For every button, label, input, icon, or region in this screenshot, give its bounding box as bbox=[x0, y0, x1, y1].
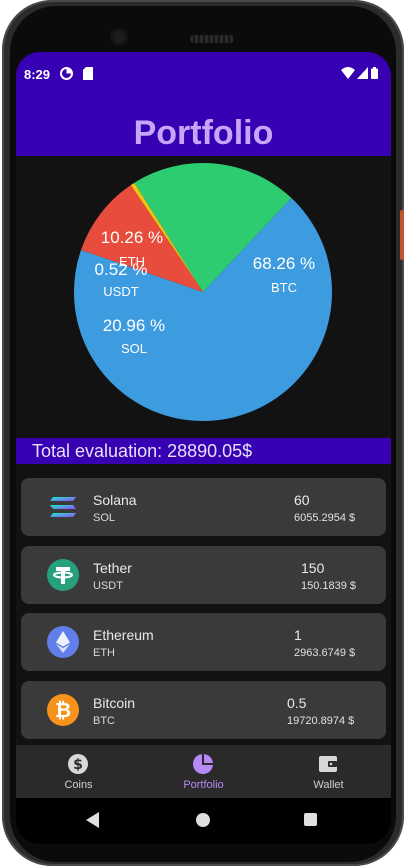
app-header: Portfolio bbox=[16, 100, 391, 156]
power-button bbox=[400, 210, 404, 260]
coin-symbol: ETH bbox=[93, 647, 115, 659]
status-bar: 8:29 bbox=[16, 52, 391, 100]
coin-card-tether[interactable]: Tether USDT 150 150.1839 $ bbox=[21, 546, 386, 604]
coin-amount: 0.5 bbox=[287, 695, 307, 711]
coin-card-bitcoin[interactable]: ₿ Bitcoin BTC 0.5 19720.8974 $ bbox=[21, 681, 386, 739]
total-evaluation: Total evaluation: 28890.05$ bbox=[32, 441, 253, 461]
nav-item-portfolio[interactable]: Portfolio bbox=[141, 745, 266, 798]
sd-card-icon bbox=[83, 67, 93, 83]
bottom-navigation: $ Coins Portfolio Wallet bbox=[16, 745, 391, 798]
page-title: Portfolio bbox=[133, 114, 274, 152]
coin-value: 19720.8974 $ bbox=[287, 715, 355, 727]
coin-name: Solana bbox=[93, 492, 137, 508]
coin-name: Bitcoin bbox=[93, 695, 136, 711]
nav-label: Portfolio bbox=[183, 779, 224, 791]
pie-percent-label: 10.26 % bbox=[101, 228, 163, 247]
phone-frame: 8:29 Portfolio 68.26 % BTC 20.96 % SOL 0.52 … bbox=[2, 0, 404, 866]
coin-name: Tether bbox=[93, 560, 132, 576]
coin-card-ethereum[interactable]: Ethereum ETH 1 2963.6749 $ bbox=[21, 613, 386, 671]
pie-category-label: USDT bbox=[103, 284, 138, 299]
pie-chart-icon bbox=[192, 753, 214, 775]
pie-percent-label: 68.26 % bbox=[253, 254, 315, 273]
signal-icon bbox=[357, 67, 368, 82]
solana-icon bbox=[47, 491, 79, 523]
home-icon[interactable] bbox=[196, 813, 210, 827]
coin-symbol: SOL bbox=[93, 512, 116, 524]
total-evaluation-bar: Total evaluation: 28890.05$ bbox=[16, 438, 391, 464]
nav-label: Coins bbox=[64, 779, 93, 791]
recent-apps-icon[interactable] bbox=[304, 813, 317, 826]
coin-amount: 60 bbox=[294, 492, 310, 508]
data-saver-icon bbox=[60, 67, 73, 83]
dollar-coin-icon: $ bbox=[67, 753, 89, 775]
wifi-icon bbox=[341, 67, 355, 82]
pie-category-label: BTC bbox=[271, 280, 297, 295]
coin-value: 150.1839 $ bbox=[301, 580, 357, 592]
tether-icon bbox=[47, 559, 79, 591]
earpiece-speaker bbox=[190, 35, 234, 43]
coin-value: 6055.2954 $ bbox=[294, 512, 356, 524]
pie-category-label: ETH bbox=[119, 254, 145, 269]
status-time: 8:29 bbox=[24, 67, 51, 82]
coin-amount: 1 bbox=[294, 627, 302, 643]
coin-value: 2963.6749 $ bbox=[294, 647, 356, 659]
wallet-icon bbox=[317, 753, 339, 775]
svg-text:$: $ bbox=[73, 757, 83, 773]
coin-name: Ethereum bbox=[93, 627, 154, 643]
coin-symbol: USDT bbox=[93, 580, 123, 592]
coin-card-solana[interactable]: Solana SOL 60 6055.2954 $ bbox=[21, 478, 386, 536]
back-icon[interactable] bbox=[86, 812, 100, 833]
app-screen: 8:29 Portfolio 68.26 % BTC 20.96 % SOL 0.52 … bbox=[16, 52, 391, 844]
front-camera bbox=[110, 28, 128, 46]
pie-chart-svg: 68.26 %BTC20.96 %SOL0.52 %USDT10.26 %ETH bbox=[74, 163, 333, 421]
svg-text:₿: ₿ bbox=[55, 698, 71, 722]
ethereum-icon bbox=[47, 626, 79, 658]
nav-item-wallet[interactable]: Wallet bbox=[266, 745, 391, 798]
nav-label: Wallet bbox=[313, 779, 344, 791]
bitcoin-icon: ₿ bbox=[47, 694, 79, 726]
pie-percent-label: 20.96 % bbox=[103, 316, 165, 335]
coin-symbol: BTC bbox=[93, 715, 115, 727]
nav-item-coins[interactable]: $ Coins bbox=[16, 745, 141, 798]
portfolio-pie-chart: 68.26 % BTC 20.96 % SOL 0.52 % USDT 10.26 % ETH bbox=[16, 156, 391, 436]
pie-category-label: SOL bbox=[121, 341, 147, 356]
battery-icon bbox=[371, 67, 378, 82]
coin-amount: 150 bbox=[301, 560, 325, 576]
system-navigation-bar bbox=[16, 798, 391, 844]
